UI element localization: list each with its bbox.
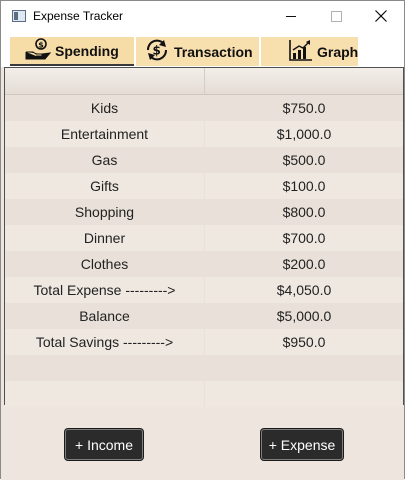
column-header-category[interactable] [5,68,205,94]
table-row[interactable]: Gifts $100.0 [5,173,403,199]
category-cell: Entertainment [5,121,205,147]
title-bar: Expense Tracker [1,1,404,31]
amount-cell: $4,050.0 [276,282,332,298]
category-cell: Dinner [5,225,205,251]
category-cell [5,355,205,381]
table-row[interactable]: Dinner $700.0 [5,225,403,251]
category-cell: Gifts [5,173,205,199]
app-window-icon [12,10,26,22]
tab-spending-label: Spending [55,42,119,59]
money-hand-icon: $ [25,38,52,63]
svg-text:$: $ [38,40,44,49]
svg-text:$: $ [153,44,161,58]
category-cell: Total Expense ---------> [5,277,205,303]
amount-cell: $100.0 [282,178,326,194]
category-cell: Balance [5,303,205,329]
minimize-button[interactable] [268,1,314,31]
spending-panel: Kids $750.0 Entertainment $1,000.0 Gas $500.0… [1,67,404,480]
tab-bar: $ Spending $ Transaction Graph [1,37,404,67]
amount-cell: $5,000.0 [276,308,332,324]
tab-transaction-label: Transaction [174,43,253,60]
table-row[interactable]: Gas $500.0 [5,147,403,173]
tab-transaction[interactable]: $ Transaction [136,37,259,66]
maximize-icon [330,10,342,22]
column-header-amount[interactable] [205,68,403,94]
amount-cell: $800.0 [282,204,326,220]
table-row[interactable]: Clothes $200.0 [5,251,403,277]
amount-cell: $700.0 [282,230,326,246]
close-button[interactable] [358,1,404,31]
table-row[interactable] [5,381,403,407]
table-row[interactable]: Total Expense ---------> $4,050.0 [5,277,403,303]
add-expense-button[interactable]: + Expense [261,429,343,460]
amount-cell [205,381,403,407]
category-cell [5,381,205,407]
bar-chart-icon [289,39,313,64]
close-icon [375,10,387,22]
category-cell: Gas [5,147,205,173]
category-cell: Kids [5,95,205,121]
category-cell: Total Savings ---------> [5,329,205,355]
table-row[interactable]: Total Savings ---------> $950.0 [5,329,403,355]
table-row[interactable]: Entertainment $1,000.0 [5,121,403,147]
category-cell: Shopping [5,199,205,225]
table-row[interactable]: Balance $5,000.0 [5,303,403,329]
amount-cell: $1,000.0 [276,126,332,142]
table-row[interactable] [5,355,403,381]
amount-cell [205,355,403,381]
category-cell: Clothes [5,251,205,277]
maximize-button[interactable] [313,1,359,31]
amount-cell: $950.0 [282,334,326,350]
expense-tracker-window: Expense Tracker $ Spending $ Transaction… [0,0,405,480]
amount-cell: $200.0 [282,256,326,272]
amount-cell: $750.0 [282,100,326,116]
tab-graph[interactable]: Graph [261,37,358,66]
minimize-icon [286,15,296,17]
table-header [5,68,403,95]
spending-table[interactable]: Kids $750.0 Entertainment $1,000.0 Gas $500.0… [4,67,404,407]
table-row[interactable]: Kids $750.0 [5,95,403,121]
tab-spending[interactable]: $ Spending [10,37,134,66]
window-title: Expense Tracker [33,9,124,23]
tab-graph-label: Graph [317,43,359,60]
dollar-cycle-icon: $ [144,38,170,65]
add-income-button[interactable]: + Income [65,429,143,460]
table-row[interactable]: Shopping $800.0 [5,199,403,225]
amount-cell: $500.0 [282,152,326,168]
